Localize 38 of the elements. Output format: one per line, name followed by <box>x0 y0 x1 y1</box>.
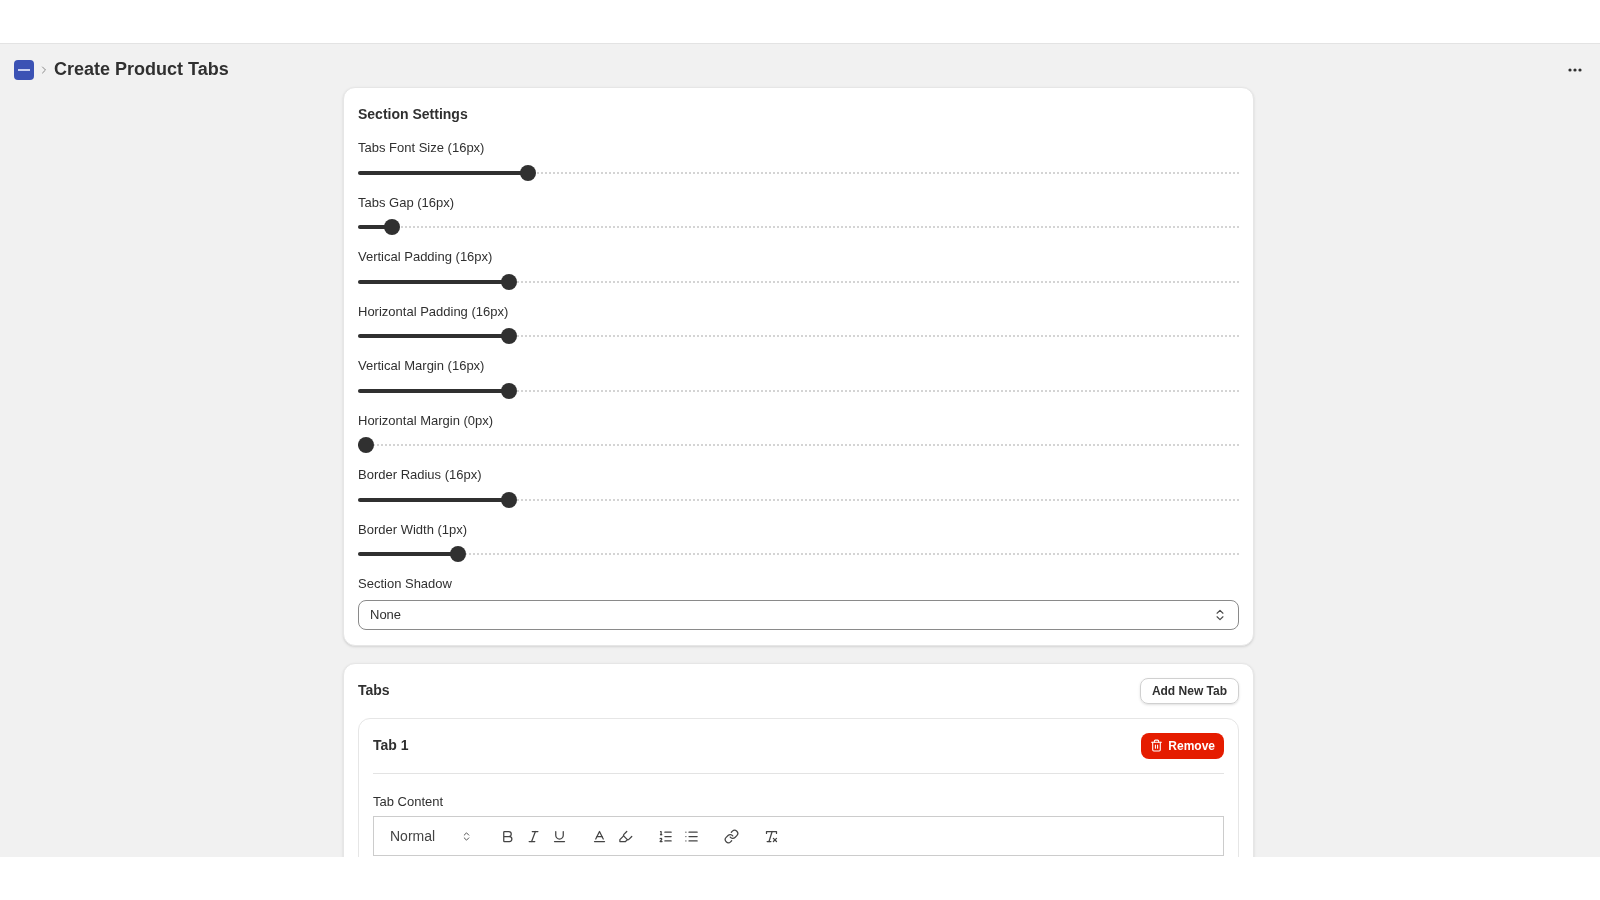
slider-thumb[interactable] <box>358 437 374 453</box>
shadow-select[interactable]: None <box>358 599 1239 630</box>
more-icon <box>1568 67 1582 72</box>
slider-thumb[interactable] <box>500 273 517 290</box>
remove-button[interactable]: Remove <box>1141 732 1224 759</box>
slider-thumb[interactable] <box>519 164 536 181</box>
field-label: Section Shadow <box>358 575 453 593</box>
tab-title: Tab 1 <box>373 736 409 755</box>
page-title: Create Product Tabs <box>54 58 229 81</box>
slider-track[interactable] <box>358 164 1239 181</box>
trash-icon <box>1150 739 1164 752</box>
slider-label: Horizontal Margin (0px) <box>358 411 495 430</box>
slider-thumb[interactable] <box>449 546 466 562</box>
slider-track[interactable] <box>358 491 1239 508</box>
format-select[interactable]: Normal <box>390 825 472 847</box>
slider-label: Border Radius (16px) <box>358 466 483 484</box>
card-title: Section Settings <box>358 105 469 124</box>
card-title: Tabs <box>358 681 390 700</box>
slider-track[interactable] <box>358 546 1239 562</box>
slider-thumb[interactable] <box>500 491 517 508</box>
slider-label: Vertical Padding (16px) <box>358 248 494 266</box>
slider-label: Border Width (1px) <box>358 520 469 539</box>
slider-thumb[interactable] <box>383 219 400 235</box>
slider-label: Tabs Font Size (16px) <box>358 139 486 157</box>
add-new-tab-button[interactable]: Add New Tab <box>1139 677 1239 704</box>
slider-thumb[interactable] <box>500 382 517 399</box>
slider-track[interactable] <box>358 219 1239 235</box>
slider-label: Horizontal Padding (16px) <box>358 302 510 321</box>
slider-track[interactable] <box>358 273 1239 290</box>
slider-label: Vertical Margin (16px) <box>358 357 486 375</box>
app-logo-icon[interactable] <box>14 59 34 80</box>
slider-thumb[interactable] <box>500 328 517 344</box>
select-chevron-icon <box>461 830 472 842</box>
slider-track[interactable] <box>358 382 1239 399</box>
slider-label: Tabs Gap (16px) <box>358 193 456 212</box>
field-label: Tab Content <box>373 792 445 811</box>
slider-track[interactable] <box>358 328 1239 344</box>
slider-track[interactable] <box>358 437 1239 453</box>
